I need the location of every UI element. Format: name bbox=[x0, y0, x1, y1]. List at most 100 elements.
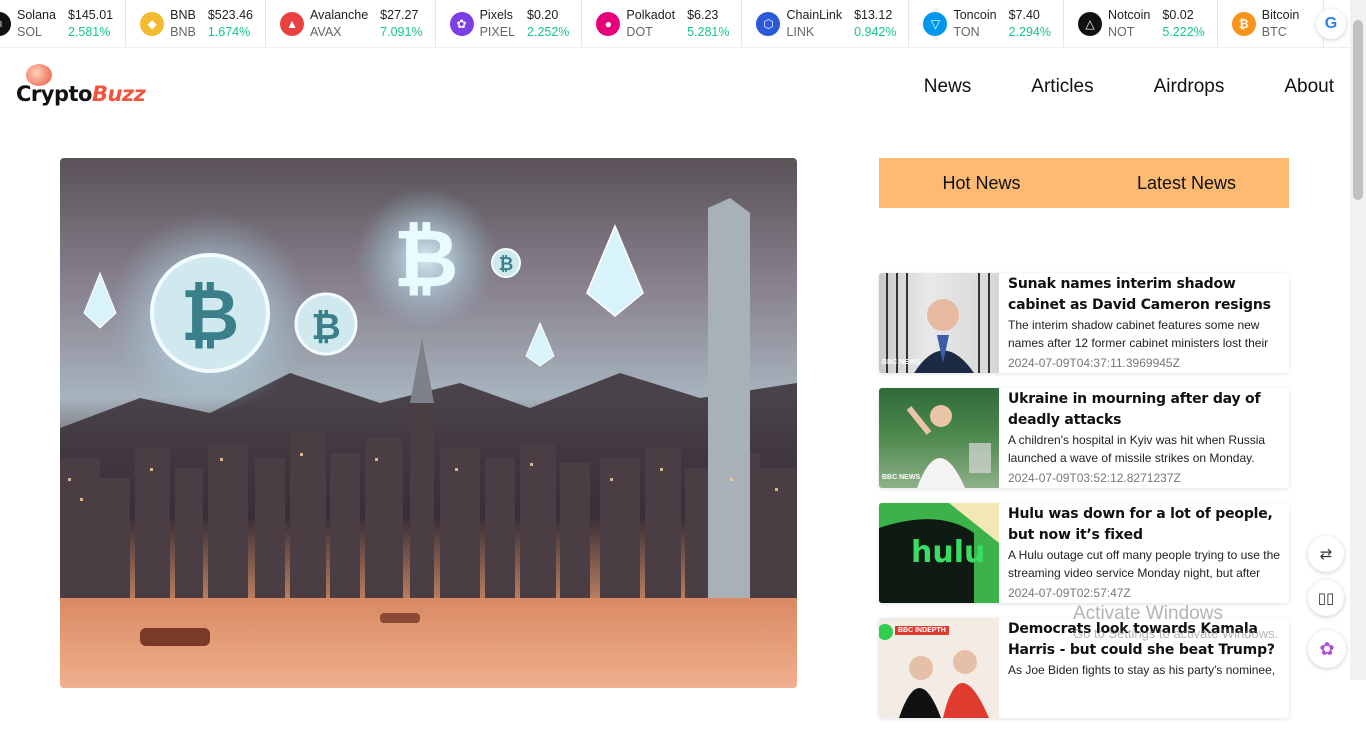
translate-button[interactable]: ⇄ bbox=[1308, 536, 1344, 572]
ticker-coin-not[interactable]: △ Notcoin NOT $0.02 5.222% bbox=[1064, 0, 1218, 47]
coin-symbol: BTC bbox=[1261, 25, 1287, 39]
news-item[interactable]: hulu Hulu was down for a lot of people, … bbox=[879, 503, 1289, 603]
tab-hot-news[interactable]: Hot News bbox=[879, 158, 1084, 208]
coin-change: 7.091% bbox=[380, 25, 423, 39]
coin-name-col: Bitcoin BTC bbox=[1262, 7, 1300, 41]
svg-text:₿: ₿ bbox=[393, 212, 458, 305]
crypto-ticker: ≡ Solana SOL $145.01 2.581% ◆ BNB BNB $523.46 1.6… bbox=[0, 0, 1350, 48]
news-description: The interim shadow cabinet features some… bbox=[1008, 318, 1269, 350]
nav-airdrops[interactable]: Airdrops bbox=[1154, 76, 1225, 98]
nav-about[interactable]: About bbox=[1284, 76, 1334, 98]
news-date: 2024-07-09T02:57:47Z bbox=[1008, 586, 1131, 600]
coin-price-col: $27.27 7.091% bbox=[380, 7, 422, 41]
book-icon: ▯▯ bbox=[1317, 590, 1335, 607]
logo-text-crypto: Crypto bbox=[16, 82, 92, 106]
coin-symbol: SOL bbox=[17, 25, 43, 39]
coin-name: Pixels bbox=[479, 8, 513, 22]
coin-change: 2.294% bbox=[1008, 25, 1051, 39]
coin-price-col: $0.02 5.222% bbox=[1162, 7, 1204, 41]
news-body: Sunak names interim shadow cabinet as Da… bbox=[1008, 274, 1284, 370]
coin-name: Toncoin bbox=[953, 8, 997, 22]
news-date: 2024-07-09T03:52:12.8271237Z bbox=[1008, 471, 1181, 485]
news-title[interactable]: Sunak names interim shadow cabinet as Da… bbox=[1008, 274, 1284, 316]
site-logo[interactable]: CryptoBuzz bbox=[16, 64, 156, 114]
coin-change: 1.674% bbox=[207, 25, 251, 39]
watermark-line-1: Activate Windows bbox=[1073, 603, 1223, 624]
coin-name: Solana bbox=[17, 8, 56, 22]
news-sidebar: Hot News Latest News bbox=[879, 158, 1289, 208]
news-list: BBC NEWS Sunak names interim shadow cabi… bbox=[879, 273, 1289, 733]
pixels-icon: ✿ bbox=[449, 12, 474, 36]
page-scrollbar[interactable] bbox=[1350, 0, 1366, 680]
coin-symbol: DOT bbox=[626, 25, 653, 39]
coin-price-col: $13.12 0.942% bbox=[854, 7, 896, 41]
news-date: 2024-07-09T04:37:11.3969945Z bbox=[1008, 356, 1180, 370]
ticker-coin-bnb[interactable]: ◆ BNB BNB $523.46 1.674% bbox=[126, 0, 267, 47]
coin-change: 5.281% bbox=[687, 25, 730, 39]
coin-name: Notcoin bbox=[1107, 8, 1151, 22]
translate-icon: ⇄ bbox=[1319, 546, 1333, 563]
coin-name-col: Avalanche AVAX bbox=[310, 7, 368, 41]
coin-name-col: Notcoin NOT bbox=[1108, 7, 1150, 41]
coin-name-col: Toncoin TON bbox=[953, 7, 996, 41]
logo-text: CryptoBuzz bbox=[16, 82, 146, 106]
main-nav: News Articles Airdrops About bbox=[864, 76, 1334, 98]
site-header: CryptoBuzz News Articles Airdrops About bbox=[0, 48, 1350, 138]
coin-name: ChainLink bbox=[786, 8, 843, 22]
ticker-coin-avax[interactable]: ▲ Avalanche AVAX $27.27 7.091% bbox=[266, 0, 436, 47]
coin-price: $13.12 bbox=[854, 8, 893, 22]
ticker-coin-link[interactable]: ⬡ ChainLink LINK $13.12 0.942% bbox=[742, 0, 910, 47]
coin-symbol: LINK bbox=[786, 25, 815, 39]
news-description: A Hulu outage cut off many people trying… bbox=[1008, 548, 1280, 580]
bitcoin-icon: ₿ bbox=[1231, 12, 1256, 36]
news-title[interactable]: Hulu was down for a lot of people, but n… bbox=[1008, 504, 1284, 546]
hero-image[interactable]: ₿ ₿ ₿ ₿ bbox=[60, 158, 797, 688]
ticker-coin-pixel[interactable]: ✿ Pixels PIXEL $0.20 2.252% bbox=[436, 0, 583, 47]
scrollbar-thumb[interactable] bbox=[1353, 20, 1363, 200]
bbc-news-logo: BBC NEWS bbox=[882, 359, 921, 366]
news-item[interactable]: BBC NEWS Ukraine in mourning after day o… bbox=[879, 388, 1289, 488]
tab-latest-news[interactable]: Latest News bbox=[1084, 158, 1289, 208]
coin-name-col: ChainLink LINK bbox=[786, 7, 842, 41]
nav-news[interactable]: News bbox=[924, 76, 972, 98]
coin-price: $0.02 bbox=[1162, 8, 1194, 22]
coin-change: 5.222% bbox=[1162, 25, 1205, 39]
coin-symbol: TON bbox=[953, 25, 980, 39]
news-tabs: Hot News Latest News bbox=[879, 158, 1289, 208]
coin-name: Bitcoin bbox=[1261, 8, 1300, 22]
windows-activation-watermark: Activate Windows Go to Settings to activ… bbox=[1073, 603, 1278, 641]
coin-price: $145.01 bbox=[67, 8, 114, 22]
coin-price-col: $6.23 5.281% bbox=[687, 7, 729, 41]
hulu-logo: hulu bbox=[911, 535, 986, 570]
coin-name-col: Polkadot DOT bbox=[626, 7, 675, 41]
svg-text:₿: ₿ bbox=[499, 254, 514, 275]
ticker-coin-sol[interactable]: ≡ Solana SOL $145.01 2.581% bbox=[0, 0, 127, 47]
news-thumbnail: BBC NEWS bbox=[879, 388, 999, 488]
news-description: A children's hospital in Kyiv was hit wh… bbox=[1008, 433, 1266, 465]
coin-change: 0.942% bbox=[854, 25, 897, 39]
coin-price: $27.27 bbox=[380, 8, 419, 22]
coin-price: $523.46 bbox=[207, 8, 254, 22]
ticker-track: ≡ Solana SOL $145.01 2.581% ◆ BNB BNB $523.46 1.6… bbox=[0, 0, 1325, 47]
coin-price-col: $0.20 2.252% bbox=[527, 7, 569, 41]
ai-assistant-button[interactable]: ✿ bbox=[1308, 630, 1346, 668]
coin-symbol: NOT bbox=[1107, 25, 1135, 39]
news-title[interactable]: Ukraine in mourning after day of deadly … bbox=[1008, 389, 1284, 431]
chainlink-icon: ⬡ bbox=[756, 12, 781, 36]
news-description: As Joe Biden fights to stay as his party… bbox=[1008, 663, 1276, 677]
coin-price: $0.20 bbox=[527, 8, 559, 22]
ticker-refresh-button[interactable]: G bbox=[1316, 9, 1346, 39]
nav-articles[interactable]: Articles bbox=[1031, 76, 1093, 98]
news-item[interactable]: BBC NEWS Sunak names interim shadow cabi… bbox=[879, 273, 1289, 373]
watermark-line-2: Go to Settings to activate Windows. bbox=[1073, 626, 1279, 641]
ticker-coin-dot[interactable]: ● Polkadot DOT $6.23 5.281% bbox=[582, 0, 743, 47]
coin-name: Polkadot bbox=[626, 8, 676, 22]
ticker-coin-ton[interactable]: ▽ Toncoin TON $7.40 2.294% bbox=[909, 0, 1064, 47]
coin-price-col: $7.40 2.294% bbox=[1009, 7, 1051, 41]
ticker-coin-btc[interactable]: ₿ Bitcoin BTC bbox=[1218, 0, 1325, 47]
coin-symbol: PIXEL bbox=[479, 25, 516, 39]
coin-price-col: $145.01 2.581% bbox=[68, 7, 113, 41]
reader-button[interactable]: ▯▯ bbox=[1308, 580, 1344, 616]
bnb-icon: ◆ bbox=[140, 12, 165, 36]
coin-price: $7.40 bbox=[1008, 8, 1040, 22]
